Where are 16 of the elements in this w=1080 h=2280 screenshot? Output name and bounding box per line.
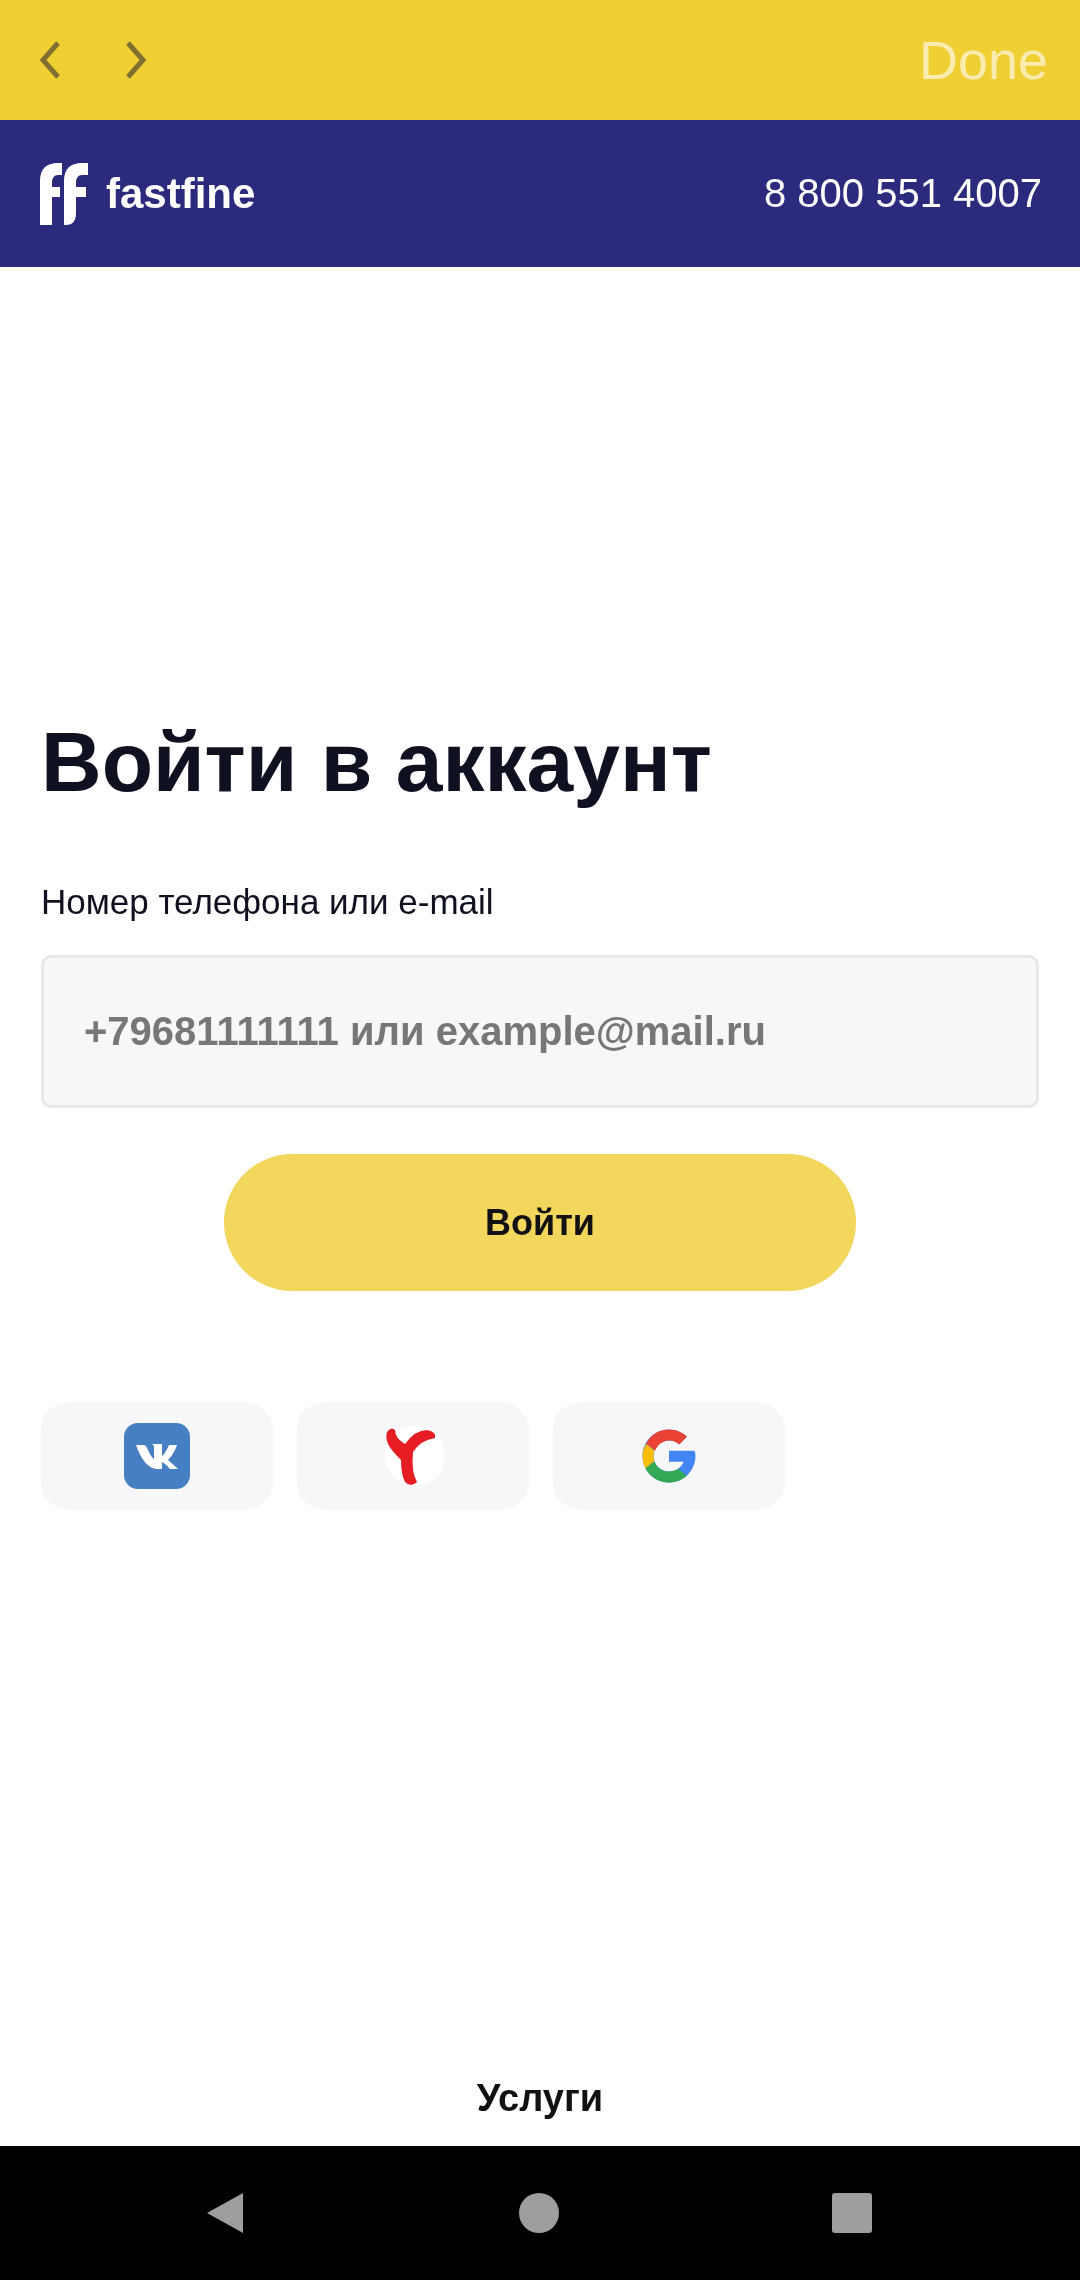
services-link[interactable]: Услуги bbox=[476, 2077, 604, 2120]
page-title: Войти в аккаунт bbox=[41, 714, 713, 811]
back-icon[interactable] bbox=[38, 40, 62, 80]
back-icon[interactable] bbox=[205, 2191, 245, 2235]
input-field[interactable]: +79681111111 или example@mail.ru bbox=[41, 955, 1039, 1108]
field-label: Номер телефона или e-mail bbox=[41, 882, 495, 922]
phone-number[interactable]: 8 800 551 4007 bbox=[763, 171, 1042, 216]
google-login-button[interactable] bbox=[553, 1402, 785, 1510]
forward-icon[interactable] bbox=[124, 40, 148, 80]
yandex-login-button[interactable] bbox=[297, 1402, 529, 1510]
vk-login-button[interactable] bbox=[41, 1402, 273, 1510]
login-button[interactable]: Войти bbox=[224, 1154, 856, 1291]
home-icon[interactable] bbox=[518, 2193, 559, 2233]
logo-icon[interactable] bbox=[40, 162, 90, 225]
vk-icon bbox=[124, 1423, 190, 1489]
brand-name[interactable]: fastfine bbox=[106, 169, 256, 218]
